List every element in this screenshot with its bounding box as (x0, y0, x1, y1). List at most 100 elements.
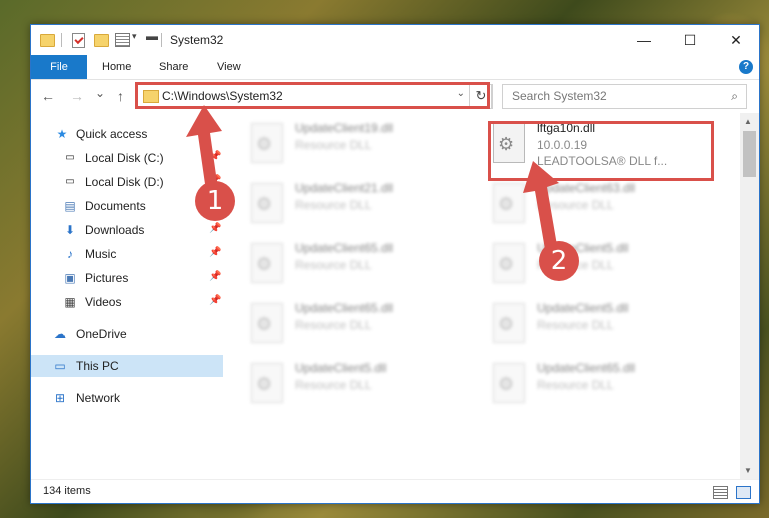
dll-file-icon (251, 363, 283, 403)
sidebar-item-this-pc[interactable]: ▭ This PC (31, 355, 223, 377)
status-bar: 134 items (31, 479, 759, 504)
customize-toolbar-icon[interactable] (115, 33, 130, 47)
vertical-scrollbar[interactable]: ▲ ▼ (740, 113, 759, 479)
minimize-button[interactable]: — (621, 25, 667, 55)
window-title: System32 (170, 33, 224, 47)
maximize-button[interactable]: ☐ (667, 25, 713, 55)
tab-view[interactable]: View (217, 55, 241, 79)
step-badge-1: 1 (195, 181, 235, 221)
file-highlight-box (488, 121, 714, 181)
list-item[interactable]: UpdateClient5.dll Resource DLL (489, 297, 719, 351)
sidebar-item-pictures[interactable]: ▣ Pictures 📌 (31, 267, 223, 289)
sidebar-item-label: This PC (76, 359, 119, 373)
file-type: Resource DLL (295, 198, 372, 212)
up-button[interactable]: ↑ (117, 88, 124, 104)
folder-icon[interactable] (40, 34, 55, 47)
sidebar-item-label: Music (85, 247, 117, 261)
dll-file-icon (251, 123, 283, 163)
file-name: UpdateClient65.dll (295, 301, 394, 315)
recent-locations-button[interactable]: ⌄ (95, 86, 105, 100)
sidebar-item-downloads[interactable]: ⬇ Downloads 📌 (31, 219, 223, 241)
pin-icon[interactable]: 📌 (209, 223, 221, 234)
sidebar-item-music[interactable]: ♪ Music 📌 (31, 243, 223, 265)
large-icons-view-icon[interactable] (736, 486, 751, 499)
divider (61, 33, 62, 47)
file-name: UpdateClient5.dll (295, 361, 387, 375)
dll-file-icon (251, 243, 283, 283)
navigation-bar: ← → ⌄ ↑ C:\Windows\System32 ⌄ ↻ Search S… (31, 81, 759, 113)
properties-check-icon[interactable] (72, 33, 85, 48)
file-name: UpdateClient19.dll (295, 121, 394, 135)
list-item[interactable]: UpdateClient65.dll Resource DLL (247, 237, 477, 291)
back-button[interactable]: ← (41, 88, 55, 104)
sidebar-item-label: Network (76, 391, 121, 405)
explorer-window: ▾ ▬ System32 — ☐ ✕ File Home Share View … (30, 24, 760, 504)
quick-access-dropdown-icon[interactable]: ▬ (146, 29, 158, 45)
list-item[interactable]: UpdateClient19.dll Resource DLL (247, 117, 477, 171)
drive-icon: ▭ (65, 176, 75, 187)
list-item[interactable]: UpdateClient65.dll Resource DLL (489, 357, 719, 411)
step-badge-2: 2 (539, 241, 579, 281)
drive-icon: ▭ (65, 152, 75, 163)
sidebar-item-label: Local Disk (C:) (85, 151, 164, 165)
new-folder-icon[interactable] (94, 34, 109, 47)
item-count: 134 items (43, 485, 91, 497)
sidebar-item-network[interactable]: ⊞ Network (31, 387, 223, 409)
video-icon: ▦ (64, 295, 76, 309)
file-type: Resource DLL (295, 258, 372, 272)
document-icon: ▤ (64, 199, 76, 213)
pin-icon[interactable]: 📌 (209, 271, 221, 282)
list-item[interactable]: UpdateClient5.dll Resource DLL (247, 357, 477, 411)
dll-file-icon (493, 243, 525, 283)
file-name: UpdateClient65.dll (537, 361, 636, 375)
divider (161, 33, 162, 47)
list-item[interactable]: UpdateClient65.dll Resource DLL (247, 297, 477, 351)
help-icon[interactable]: ? (739, 60, 753, 74)
network-icon: ⊞ (54, 391, 66, 405)
scroll-down-arrow-icon[interactable]: ▼ (744, 466, 752, 475)
dll-file-icon (251, 183, 283, 223)
dll-file-icon (493, 363, 525, 403)
file-name: UpdateClient5.dll (537, 301, 629, 315)
picture-icon: ▣ (64, 271, 76, 285)
computer-icon: ▭ (54, 359, 66, 373)
pin-icon[interactable]: 📌 (209, 247, 221, 258)
file-type: Resource DLL (537, 318, 614, 332)
sidebar-item-label: Quick access (76, 127, 148, 141)
tab-file[interactable]: File (31, 55, 87, 79)
sidebar-item-onedrive[interactable]: ☁ OneDrive (31, 323, 223, 345)
sidebar-item-label: Videos (85, 295, 122, 309)
forward-button[interactable]: → (70, 88, 84, 104)
search-input[interactable]: Search System32 (512, 89, 607, 103)
close-button[interactable]: ✕ (713, 25, 759, 55)
sidebar-item-label: OneDrive (76, 327, 127, 341)
details-view-icon[interactable] (713, 486, 728, 499)
dll-file-icon (251, 303, 283, 343)
scrollbar-thumb[interactable] (743, 131, 756, 177)
file-name: UpdateClient65.dll (295, 241, 394, 255)
sidebar-item-label: Documents (85, 199, 146, 213)
sidebar-item-label: Local Disk (D:) (85, 175, 164, 189)
file-name: UpdateClient21.dll (295, 181, 394, 195)
ribbon: File Home Share View ? (31, 55, 759, 80)
sidebar-item-label: Pictures (85, 271, 129, 285)
file-type: Resource DLL (537, 378, 614, 392)
scroll-up-arrow-icon[interactable]: ▲ (744, 117, 752, 126)
pin-icon[interactable]: 📌 (209, 295, 221, 306)
cloud-icon: ☁ (54, 327, 66, 341)
sidebar-item-videos[interactable]: ▦ Videos 📌 (31, 291, 223, 313)
music-icon: ♪ (67, 247, 73, 261)
tab-home[interactable]: Home (102, 55, 131, 79)
file-type: Resource DLL (295, 378, 372, 392)
list-item[interactable]: UpdateClient21.dll Resource DLL (247, 177, 477, 231)
file-type: Resource DLL (295, 138, 372, 152)
file-type: Resource DLL (295, 318, 372, 332)
tab-share[interactable]: Share (159, 55, 188, 79)
title-bar: ▾ ▬ System32 — ☐ ✕ (31, 25, 759, 55)
chevron-down-icon[interactable]: ▾ (132, 31, 137, 47)
dll-file-icon (493, 183, 525, 223)
dll-file-icon (493, 303, 525, 343)
search-icon[interactable]: ⌕ (731, 89, 738, 104)
star-icon: ★ (56, 127, 68, 141)
search-box[interactable]: Search System32 ⌕ (502, 84, 747, 109)
